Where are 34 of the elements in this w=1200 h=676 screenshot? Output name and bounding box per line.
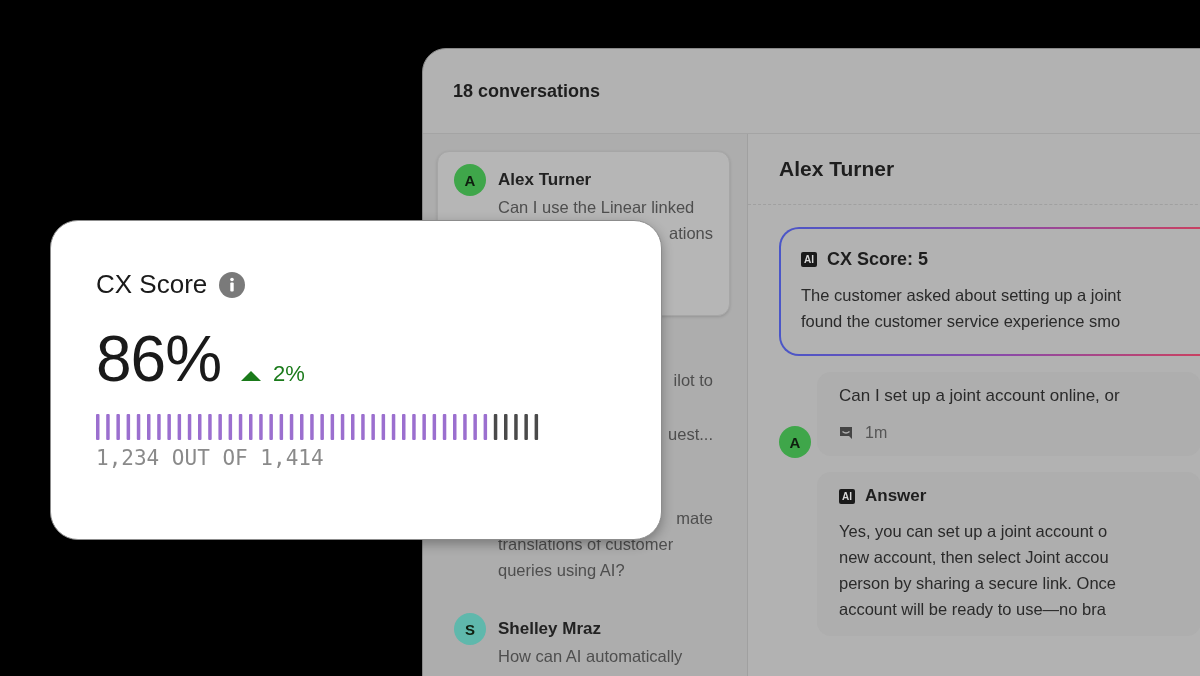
message-preview: queries using AI?	[498, 560, 626, 581]
message-preview: ations	[668, 223, 713, 244]
chat-icon	[839, 426, 853, 440]
avatar: A	[454, 164, 486, 196]
summary-text: found the customer service experience smo	[801, 311, 1122, 332]
message-preview: How can AI automatically	[498, 646, 684, 667]
avatar: A	[779, 426, 811, 458]
info-icon[interactable]	[219, 271, 246, 298]
answer-title: Answer	[865, 486, 927, 506]
meter-track	[493, 414, 539, 440]
contact-name: Alex Turner	[498, 170, 592, 190]
contact-name: Shelley Mraz	[498, 619, 601, 639]
message-preview: uest...	[668, 424, 713, 445]
trend-value: 2%	[273, 361, 305, 387]
summary-title: CX Score: 5	[827, 249, 929, 270]
ai-badge: AI	[801, 252, 817, 267]
score-caption: 1,234 OUT OF 1,414	[96, 446, 324, 470]
answer-text: person by sharing a secure link. Once	[839, 573, 1117, 594]
conversation-count: 18 conversations	[453, 80, 601, 102]
message-text: Can I set up a joint account online, or	[839, 386, 1121, 406]
card-title: CX Score	[96, 269, 208, 300]
score-value: 86%	[96, 322, 222, 396]
message-preview: Can I use the Linear linked	[498, 197, 696, 218]
contact-name: Alex Turner	[779, 157, 895, 181]
avatar: S	[454, 613, 486, 645]
answer-text: new account, then select Joint accou	[839, 547, 1110, 568]
answer-text: Yes, you can set up a joint account o	[839, 521, 1109, 542]
ai-badge: AI	[839, 488, 855, 504]
message-preview: ilot to	[673, 370, 713, 391]
message-time: 1m	[865, 424, 888, 442]
summary-text: The customer asked about setting up a joint	[801, 285, 1123, 306]
conversation-item[interactable]: S Shelley Mraz How can AI automatically	[437, 604, 730, 676]
message-preview: mate	[676, 508, 713, 529]
answer-text: account will be ready to use—no bra	[839, 599, 1107, 620]
